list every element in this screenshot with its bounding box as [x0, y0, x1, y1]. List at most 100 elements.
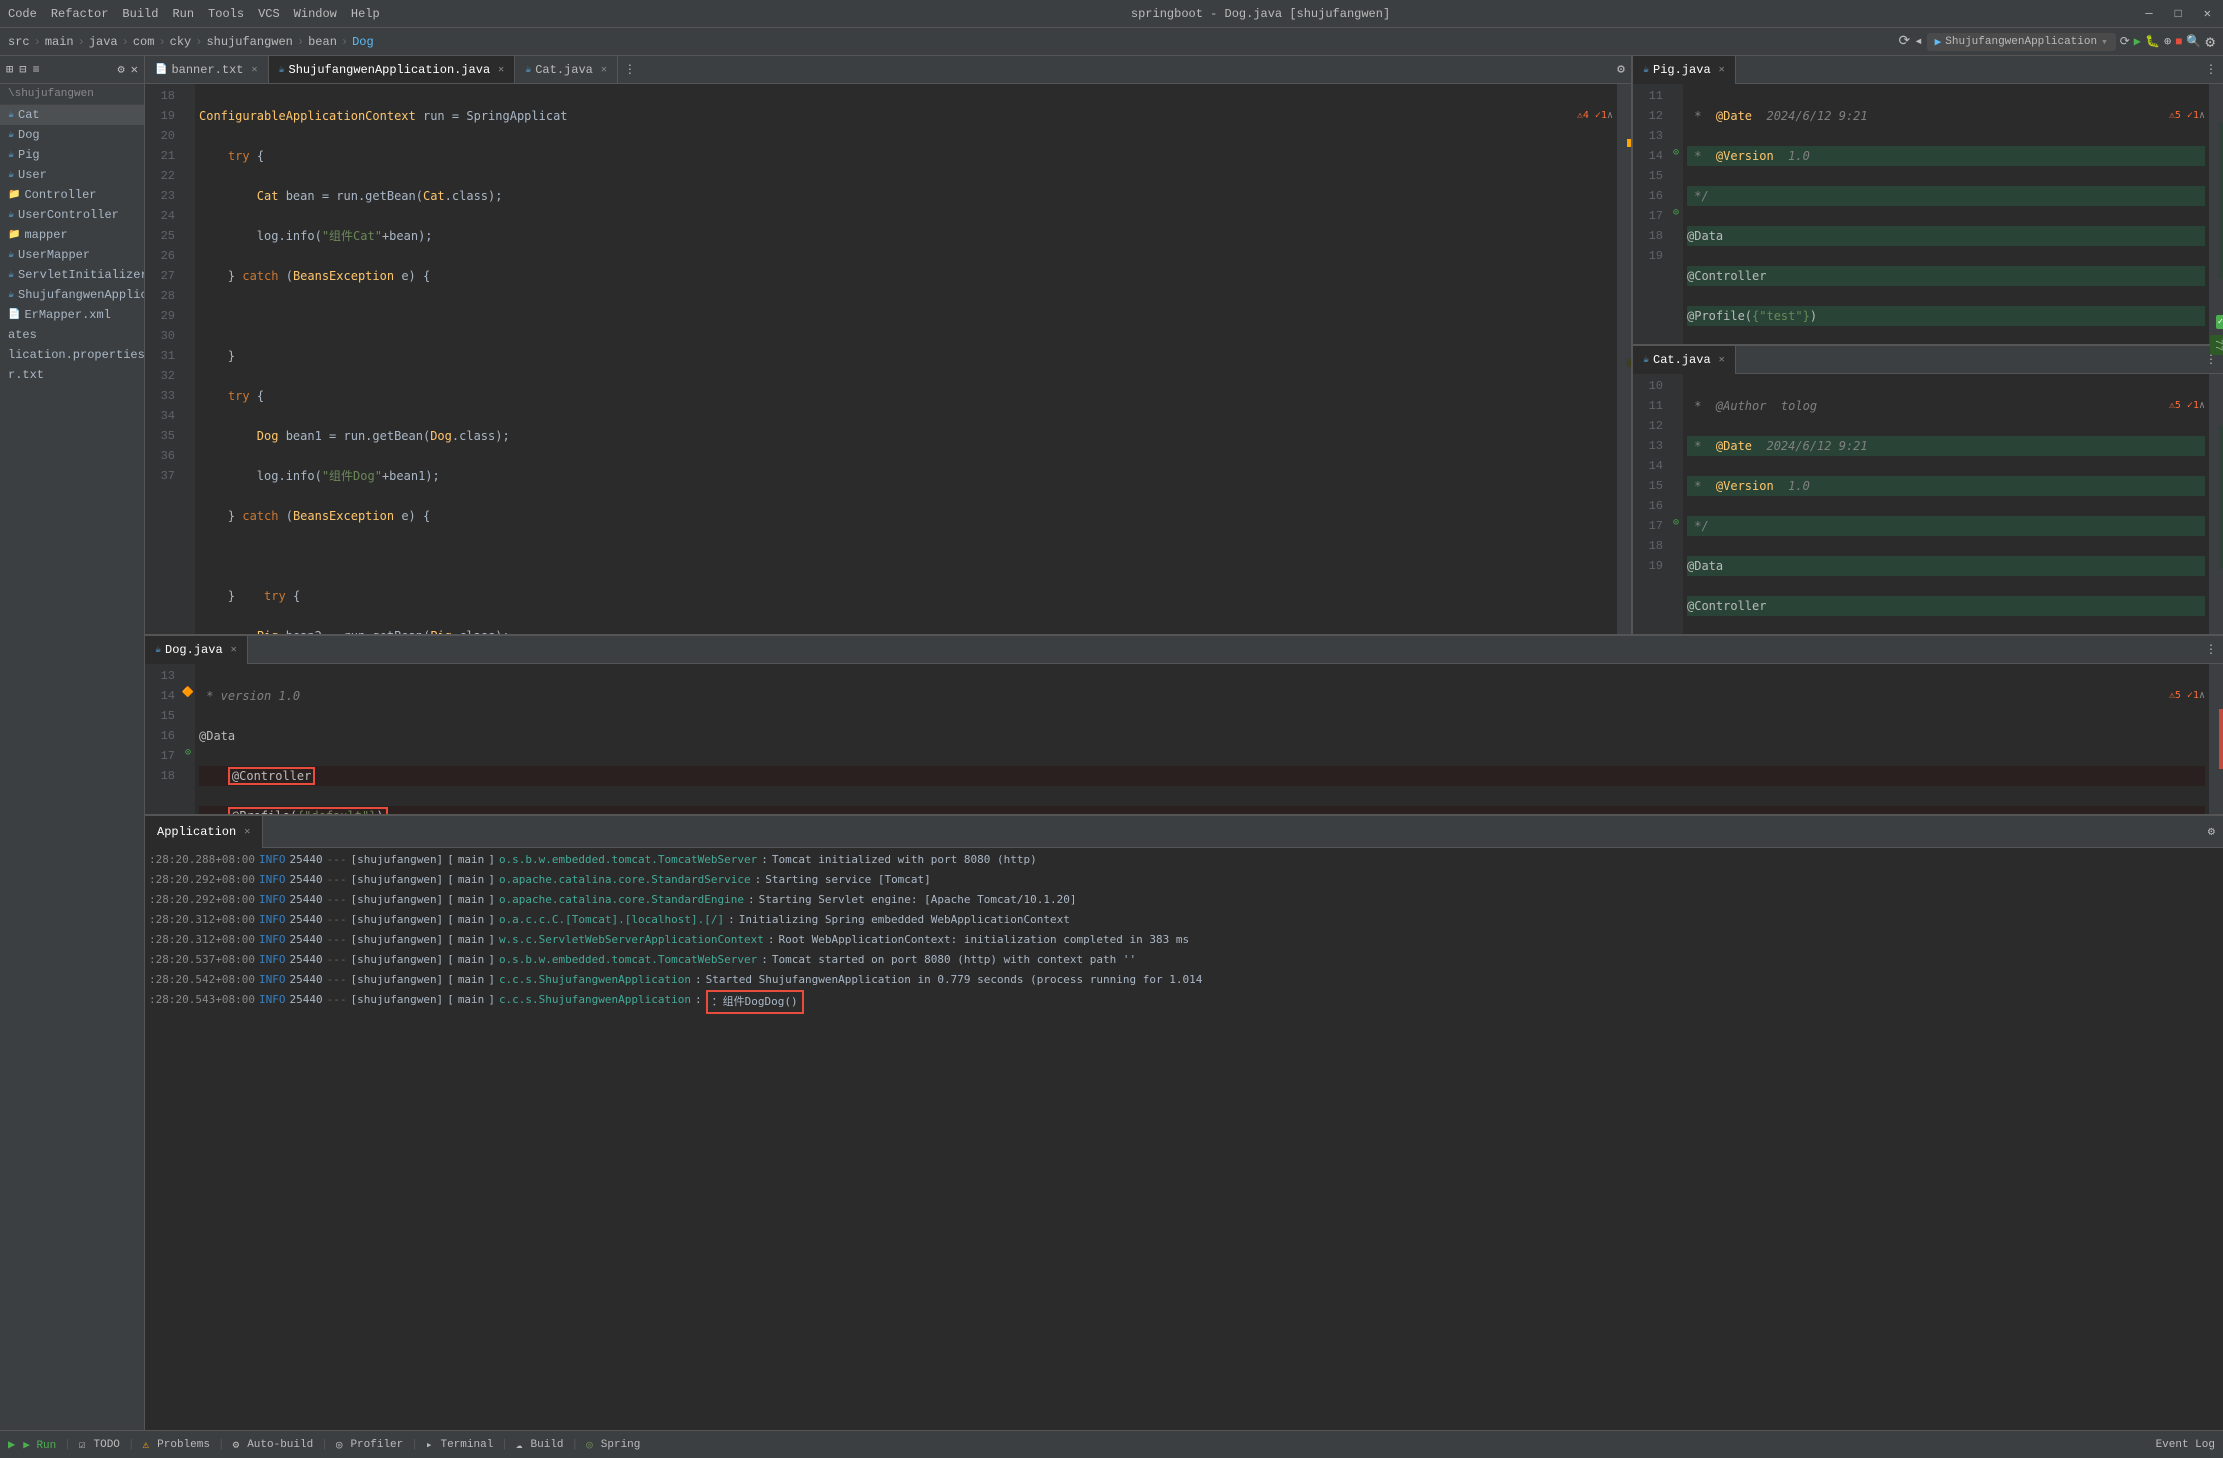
maximize-button[interactable]: □	[2171, 7, 2186, 21]
code-content-main[interactable]: ConfigurableApplicationContext run = Spr…	[195, 84, 1617, 634]
menu-vcs[interactable]: VCS	[258, 7, 280, 21]
bottom-terminal-icon[interactable]: ▸	[426, 1438, 433, 1452]
dog-tab-bar: ☕ Dog.java ✕ ⋮	[145, 636, 2223, 664]
bottom-run-icon[interactable]: ▶	[8, 1437, 15, 1452]
toolbar-stop-icon[interactable]: ■	[2175, 35, 2182, 49]
toolbar-search-icon[interactable]: 🔍	[2186, 34, 2201, 49]
tab-pig[interactable]: ☕ Pig.java ✕	[1633, 56, 1736, 84]
toolbar-run-icon[interactable]: ▶	[2134, 34, 2141, 49]
bottom-spring-icon[interactable]: ◎	[586, 1438, 593, 1452]
bottom-sep-7: |	[572, 1439, 579, 1451]
sidebar-expand-icon[interactable]: ⊞	[6, 62, 13, 77]
java-file-icon-si: ☕	[8, 269, 14, 281]
sidebar-item-cat[interactable]: ☕ Cat	[0, 105, 144, 125]
close-button[interactable]: ✕	[2200, 6, 2215, 21]
console-settings-icon[interactable]: ⚙	[2200, 824, 2223, 839]
tab-close-banner[interactable]: ✕	[251, 64, 257, 76]
tab-banner[interactable]: 📄 banner.txt ✕	[145, 56, 269, 84]
sidebar-item-application[interactable]: ☕ ShujufangwenApplication	[0, 285, 144, 305]
sidebar-item-dog[interactable]: ☕ Dog	[0, 125, 144, 145]
breadcrumb-sep3: ›	[122, 35, 129, 49]
sidebar-item-txt[interactable]: r.txt	[0, 365, 144, 385]
tab-cat[interactable]: ☕ Cat.java ✕	[515, 56, 618, 84]
run-config-icon: ▶	[1935, 35, 1942, 49]
tab-close-main[interactable]: ✕	[498, 64, 504, 76]
toolbar-debug-icon[interactable]: 🐛	[2145, 34, 2160, 49]
left-tabs-settings[interactable]: ⚙	[1611, 62, 1631, 77]
expand-icon-18[interactable]: ∧	[1607, 106, 1613, 126]
menu-tools[interactable]: Tools	[208, 7, 244, 21]
menu-help[interactable]: Help	[351, 7, 380, 21]
breadcrumb-dog[interactable]: Dog	[352, 35, 374, 49]
breadcrumb-main[interactable]: main	[45, 35, 74, 49]
menu-run[interactable]: Run	[172, 7, 194, 21]
bottom-build-label[interactable]: Build	[531, 1439, 564, 1451]
breadcrumb-src[interactable]: src	[8, 35, 30, 49]
app-tab-close[interactable]: ✕	[244, 826, 250, 838]
tab-overflow-icon[interactable]: ⋮	[618, 62, 642, 77]
warning-badge-18: ⚠4 ✓1	[1577, 106, 1607, 126]
tab-close-pig[interactable]: ✕	[1719, 64, 1725, 76]
green-check-badge[interactable]: ✓	[2216, 315, 2223, 329]
breadcrumb-shujufangwen[interactable]: shujufangwen	[206, 35, 292, 49]
code-content-pig[interactable]: * @Date 2024/6/12 9:21 ⚠5 ✓1 ∧ * @Versio…	[1683, 84, 2209, 344]
bottom-todo-icon[interactable]: ☑	[79, 1438, 86, 1452]
bottom-problems-label[interactable]: Problems	[157, 1439, 210, 1451]
bottom-run-label[interactable]: ▶ Run	[23, 1438, 56, 1452]
tab-close-cat[interactable]: ✕	[601, 64, 607, 76]
sidebar-item-mapper[interactable]: 📁 mapper	[0, 225, 144, 245]
side-badge[interactable]: 77	[2210, 335, 2223, 355]
sidebar: ⊞ ⊟ ≡ ⚙ ✕ \shujufangwen ☕ Cat ☕ Dog ☕ Pi…	[0, 56, 145, 1430]
bottom-profiler-label[interactable]: Profiler	[350, 1439, 403, 1451]
toolbar-sync-icon[interactable]: ⟳	[1898, 33, 1910, 50]
code-content-dog[interactable]: * version 1.0 ⚠5 ✓1 ∧ @Data @Controller …	[195, 664, 2209, 814]
tab-close-cat-panel[interactable]: ✕	[1719, 354, 1725, 366]
menu-code[interactable]: Code	[8, 7, 37, 21]
bottom-terminal-label[interactable]: Terminal	[440, 1439, 493, 1451]
bottom-autobuild-label[interactable]: Auto-build	[247, 1439, 313, 1451]
bottom-todo-label[interactable]: TODO	[94, 1439, 120, 1451]
sidebar-settings-icon[interactable]: ⚙	[118, 62, 125, 77]
menu-refactor[interactable]: Refactor	[51, 7, 109, 21]
sidebar-item-usermapper[interactable]: ☕ UserMapper	[0, 245, 144, 265]
tab-application[interactable]: Application ✕	[145, 816, 263, 848]
pig-panel: ☕ Pig.java ✕ ⋮ 111213141516171819	[1633, 56, 2223, 346]
run-config-dropdown-icon[interactable]: ▾	[2101, 35, 2108, 49]
tab-shujufangwen-app[interactable]: ☕ ShujufangwenApplication.java ✕	[269, 56, 516, 84]
sidebar-item-ates[interactable]: ates	[0, 325, 144, 345]
toolbar-settings-icon[interactable]: ⚙	[2205, 32, 2215, 52]
breadcrumb-cky[interactable]: cky	[170, 35, 192, 49]
sidebar-item-usercontroller[interactable]: ☕ UserController	[0, 205, 144, 225]
menu-window[interactable]: Window	[294, 7, 337, 21]
tab-cat-panel[interactable]: ☕ Cat.java ✕	[1633, 346, 1736, 374]
dog-tab-more[interactable]: ⋮	[2199, 642, 2223, 657]
tab-close-dog[interactable]: ✕	[231, 644, 237, 656]
sidebar-item-servletinitializer[interactable]: ☕ ServletInitializer	[0, 265, 144, 285]
pig-panel-more[interactable]: ⋮	[2199, 62, 2223, 77]
sidebar-item-controller[interactable]: 📁 Controller	[0, 185, 144, 205]
code-content-cat[interactable]: * @Author tolog ⚠5 ✓1 ∧ * @Date 2024/6/1…	[1683, 374, 2209, 634]
bottom-profiler-icon[interactable]: ◎	[336, 1438, 343, 1452]
sidebar-close-icon[interactable]: ✕	[131, 62, 138, 77]
toolbar-run-config[interactable]: ▶ ShujufangwenApplication ▾	[1927, 33, 2116, 51]
bottom-spring-label[interactable]: Spring	[601, 1439, 641, 1451]
bottom-problems-icon[interactable]: ⚠	[143, 1438, 150, 1452]
toolbar-refresh-icon[interactable]: ⟳	[2120, 34, 2130, 49]
breadcrumb-com[interactable]: com	[133, 35, 155, 49]
sidebar-collapse-icon[interactable]: ⊟	[19, 62, 26, 77]
sidebar-item-properties[interactable]: lication.properties	[0, 345, 144, 365]
sidebar-more-icon[interactable]: ≡	[32, 63, 39, 77]
sidebar-item-ermapper[interactable]: 📄 ErMapper.xml	[0, 305, 144, 325]
sidebar-item-user[interactable]: ☕ User	[0, 165, 144, 185]
breadcrumb-bean[interactable]: bean	[308, 35, 337, 49]
menu-build[interactable]: Build	[122, 7, 158, 21]
breadcrumb-java[interactable]: java	[89, 35, 118, 49]
bottom-build-icon[interactable]: ☁	[516, 1438, 523, 1452]
bottom-eventlog-label[interactable]: Event Log	[2156, 1439, 2215, 1451]
minimize-button[interactable]: ─	[2141, 7, 2156, 21]
bottom-autobuild-icon[interactable]: ⚙	[233, 1438, 240, 1452]
sidebar-item-pig[interactable]: ☕ Pig	[0, 145, 144, 165]
toolbar-back-icon[interactable]: ◂	[1914, 33, 1922, 50]
toolbar-coverage-icon[interactable]: ⊕	[2164, 34, 2171, 49]
tab-dog[interactable]: ☕ Dog.java ✕	[145, 636, 248, 664]
